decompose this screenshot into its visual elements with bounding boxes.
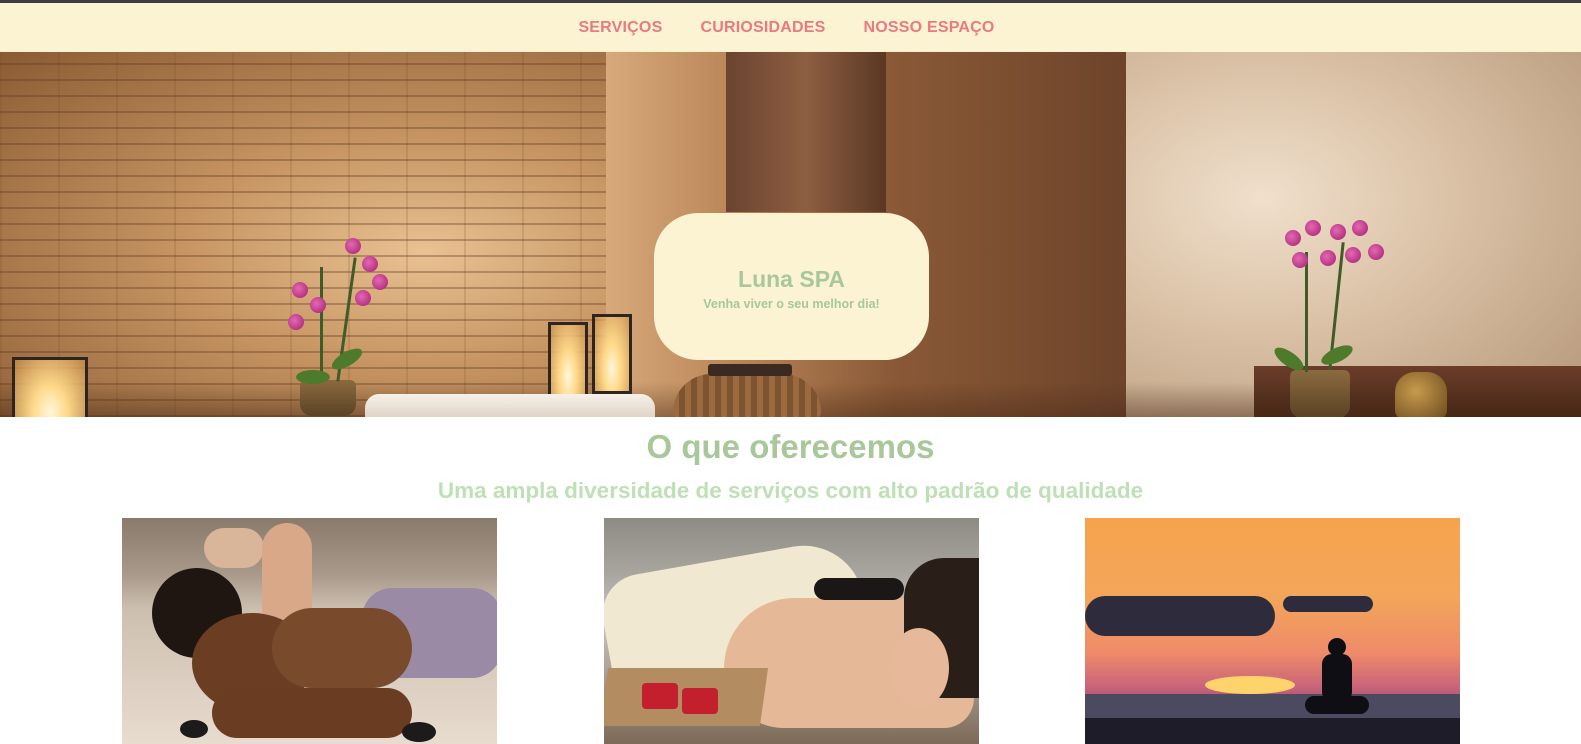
nav-link-nosso-espaco[interactable]: NOSSO ESPAÇO xyxy=(864,19,995,37)
orchid-flower xyxy=(1352,220,1368,236)
right-wall xyxy=(1126,52,1581,417)
orchid-flower xyxy=(1292,252,1308,268)
lantern-icon xyxy=(548,322,588,402)
orchid-flower xyxy=(310,297,326,313)
service-image-hot-stones xyxy=(604,518,979,744)
orchid-flower xyxy=(292,282,308,298)
golden-vase xyxy=(1395,372,1447,417)
face xyxy=(889,628,949,708)
orchid-flower xyxy=(1368,244,1384,260)
yoga-person-body xyxy=(1322,654,1352,702)
rolled-towel xyxy=(204,528,264,568)
orchid-flower xyxy=(1305,220,1321,236)
bathtub xyxy=(365,394,655,417)
tea-tray xyxy=(708,364,792,376)
section-title: O que oferecemos xyxy=(646,428,935,465)
nav-link-curiosidades[interactable]: CURIOSIDADES xyxy=(700,19,825,37)
shoulder xyxy=(272,608,412,688)
candle xyxy=(642,683,678,709)
navbar: SERVIÇOS CURIOSIDADES NOSSO ESPAÇO xyxy=(0,3,1581,52)
section-subtitle: Uma ampla diversidade de serviços com al… xyxy=(437,478,1144,503)
yoga-person-legs xyxy=(1305,696,1369,714)
hero-card: Luna SPA Venha viver o seu melhor dia! xyxy=(654,213,929,360)
orchid-pot-left xyxy=(300,380,356,416)
orchid-flower xyxy=(288,314,304,330)
orchid-flower xyxy=(345,238,361,254)
orchid-flower xyxy=(372,274,388,290)
candle xyxy=(682,688,718,714)
sun xyxy=(1205,676,1295,694)
hero-banner: Luna SPA Venha viver o seu melhor dia! xyxy=(0,52,1581,417)
orchid-flower xyxy=(1320,250,1336,266)
orchid-flower xyxy=(1345,247,1361,263)
orchid-flower xyxy=(1285,230,1301,246)
service-image-yoga xyxy=(1085,518,1460,744)
cloud xyxy=(1283,596,1373,612)
hero-title: Luna SPA xyxy=(738,266,845,292)
hero-subtitle: Venha viver o seu melhor dia! xyxy=(703,297,880,311)
orchid-flower xyxy=(355,290,371,306)
wooden-door xyxy=(726,52,886,212)
orchid-leaf xyxy=(296,370,330,384)
wicker-ottoman xyxy=(673,374,821,417)
service-image-massage xyxy=(122,518,497,744)
orchid-stem xyxy=(1305,252,1308,372)
hot-stones xyxy=(814,578,904,600)
cloud xyxy=(1085,596,1275,636)
stone xyxy=(402,722,436,742)
ground xyxy=(1085,718,1460,744)
lantern-icon xyxy=(592,314,632,394)
mountains xyxy=(1085,694,1460,718)
orchid-flower xyxy=(362,256,378,272)
orchid-stem xyxy=(320,267,323,382)
stone xyxy=(180,720,208,738)
arms xyxy=(212,688,412,738)
orchid-pot-right xyxy=(1290,370,1350,417)
orchid-flower xyxy=(1330,224,1346,240)
lantern-icon xyxy=(12,357,88,417)
stone-wall xyxy=(0,52,606,417)
nav-link-servicos[interactable]: SERVIÇOS xyxy=(578,19,662,37)
